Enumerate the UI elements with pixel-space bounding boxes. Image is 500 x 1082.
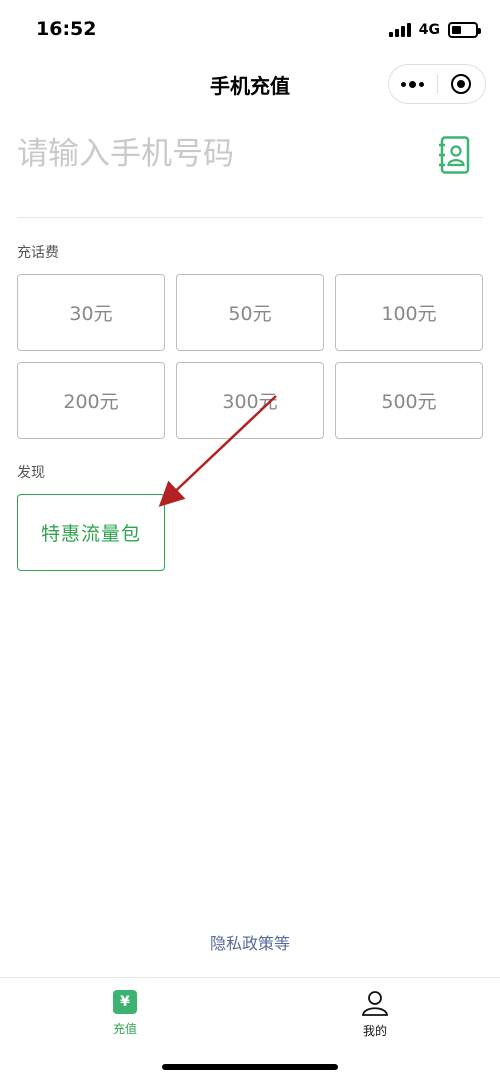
amount-option-50[interactable]: 50元 [176, 274, 324, 351]
status-time: 16:52 [36, 18, 97, 40]
network-label: 4G [418, 22, 440, 38]
battery-icon [448, 22, 481, 38]
user-icon [361, 991, 389, 1016]
phone-input-row [17, 118, 483, 218]
special-data-package-card[interactable]: 特惠流量包 [17, 494, 165, 571]
amount-option-200[interactable]: 200元 [17, 362, 165, 439]
privacy-policy-link[interactable]: 隐私政策等 [0, 930, 500, 954]
contacts-button[interactable] [439, 136, 471, 174]
mini-program-capsule [388, 64, 486, 104]
contact-book-icon [439, 136, 470, 174]
home-indicator [162, 1064, 338, 1070]
phone-number-input[interactable] [17, 132, 397, 176]
recharge-section-label: 充话费 [17, 245, 59, 261]
more-dots-icon [401, 80, 425, 88]
signal-icon [388, 23, 411, 37]
tab-recharge-label: 充值 [112, 1022, 137, 1036]
status-bar: 16:52 4G [0, 0, 500, 60]
status-indicators: 4G [388, 20, 481, 40]
tab-mine-label: 我的 [362, 1024, 387, 1038]
amount-option-30[interactable]: 30元 [17, 274, 165, 351]
nav-bar: 手机充值 [0, 60, 500, 110]
amount-grid: 30元 50元 100元 200元 300元 500元 [17, 274, 483, 439]
discover-section-label: 发现 [17, 465, 45, 481]
amount-option-300[interactable]: 300元 [176, 362, 324, 439]
more-button[interactable] [389, 65, 437, 103]
yen-icon: ¥ [113, 990, 137, 1014]
amount-option-500[interactable]: 500元 [335, 362, 483, 439]
target-icon [451, 74, 472, 94]
close-mini-program-button[interactable] [438, 65, 486, 103]
amount-option-100[interactable]: 100元 [335, 274, 483, 351]
